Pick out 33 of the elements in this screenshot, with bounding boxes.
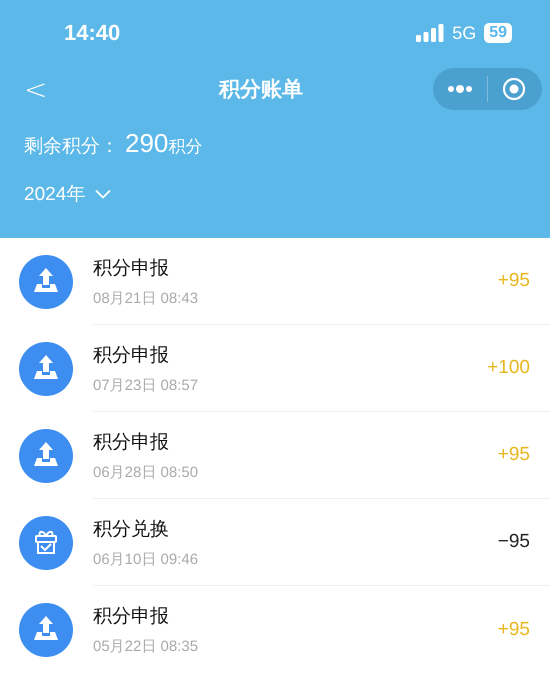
battery-level: 59 [484, 23, 512, 43]
upload-icon [19, 342, 73, 396]
status-time: 14:40 [64, 20, 120, 46]
points-amount: +100 [487, 357, 530, 379]
back-button[interactable]: < [24, 72, 48, 106]
points-amount: +95 [498, 270, 530, 292]
gift-icon [19, 516, 73, 570]
points-amount: +95 [498, 444, 530, 466]
upload-icon [19, 602, 73, 656]
record-time: 06月28日 08:50 [93, 462, 198, 482]
signal-icon [416, 24, 444, 42]
points-amount: +95 [498, 618, 530, 640]
points-amount: −95 [498, 531, 530, 553]
record-title: 积分兑换 [93, 518, 170, 542]
close-icon[interactable] [502, 77, 526, 101]
balance-unit: 积分 [168, 136, 202, 158]
record-title: 积分申报 [93, 256, 170, 280]
record-time: 05月22日 08:35 [93, 637, 198, 656]
record-title: 积分申报 [93, 605, 170, 629]
network-label: 5G [452, 22, 476, 44]
balance-label: 剩余积分： [24, 135, 119, 159]
record-title: 积分申报 [93, 430, 170, 454]
balance-value: 290 [125, 128, 168, 159]
page-title: 积分账单 [219, 77, 303, 103]
upload-icon [19, 254, 73, 308]
record-title: 积分申报 [93, 344, 170, 368]
year-filter[interactable]: 2024年 [24, 181, 86, 207]
record-time: 06月10日 09:46 [93, 550, 198, 568]
record-time: 08月21日 08:43 [93, 288, 198, 308]
more-icon[interactable] [447, 84, 473, 94]
chevron-down-icon[interactable] [95, 189, 112, 199]
upload-icon [19, 428, 73, 482]
record-time: 07月23日 08:57 [93, 376, 198, 394]
